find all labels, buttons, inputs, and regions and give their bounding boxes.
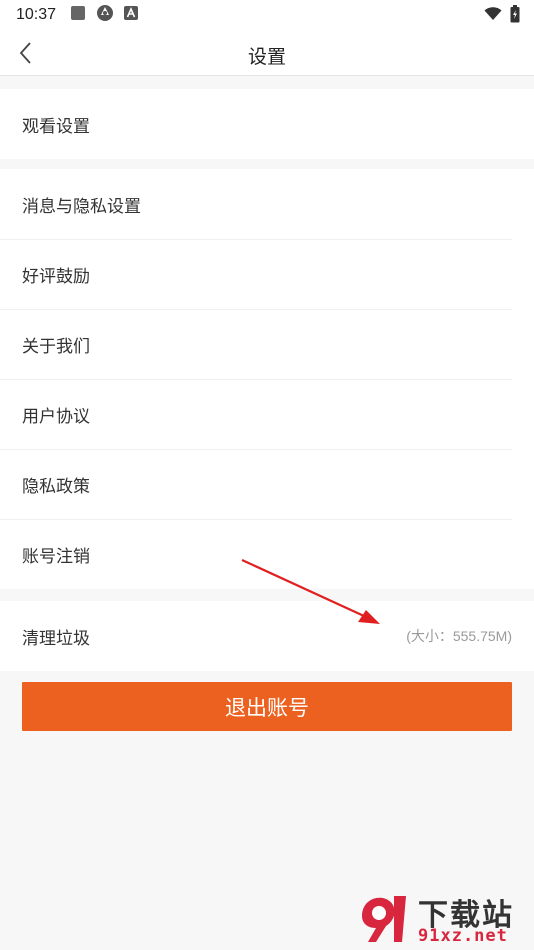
settings-item-about[interactable]: 关于我们 — [0, 309, 534, 379]
cache-size-value: (大小：555.75M) — [406, 628, 512, 644]
settings-item-message-privacy[interactable]: 消息与隐私设置 — [0, 169, 534, 239]
settings-item-rate[interactable]: 好评鼓励 — [0, 239, 534, 309]
settings-group-viewing: 观看设置 — [0, 89, 534, 159]
settings-item-label: 消息与隐私设置 — [22, 196, 141, 216]
gallery-icon — [70, 5, 86, 26]
annotation-arrow-icon — [241, 559, 380, 624]
settings-item-label: 好评鼓励 — [22, 266, 90, 286]
nav-bar: 设置 — [0, 30, 534, 76]
settings-item-privacy-policy[interactable]: 隐私政策 — [0, 449, 534, 519]
settings-item-viewing[interactable]: 观看设置 — [0, 89, 534, 159]
settings-item-label: 隐私政策 — [22, 476, 90, 496]
settings-item-label: 观看设置 — [22, 116, 90, 136]
watermark: 下载站 91xz.net — [354, 888, 534, 950]
settings-group-general: 消息与隐私设置 好评鼓励 关于我们 用户协议 隐私政策 账号注销 — [0, 169, 534, 589]
aperture-icon — [96, 4, 114, 27]
watermark-url: 91xz.net — [418, 926, 508, 946]
logout-button[interactable]: 退出账号 — [22, 682, 512, 731]
page-title: 设置 — [247, 47, 286, 68]
font-a-icon — [124, 5, 139, 25]
settings-item-user-agreement[interactable]: 用户协议 — [0, 379, 534, 449]
settings-item-label: 账号注销 — [22, 546, 90, 566]
settings-item-label: 清理垃圾 — [22, 628, 90, 648]
wifi-icon — [484, 7, 502, 26]
status-bar: 10:37 — [0, 0, 534, 30]
watermark-logo-icon — [362, 896, 406, 942]
battery-icon — [510, 5, 520, 28]
status-time: 10:37 — [16, 6, 57, 23]
settings-item-label: 关于我们 — [22, 336, 90, 356]
settings-item-label: 用户协议 — [22, 406, 90, 426]
